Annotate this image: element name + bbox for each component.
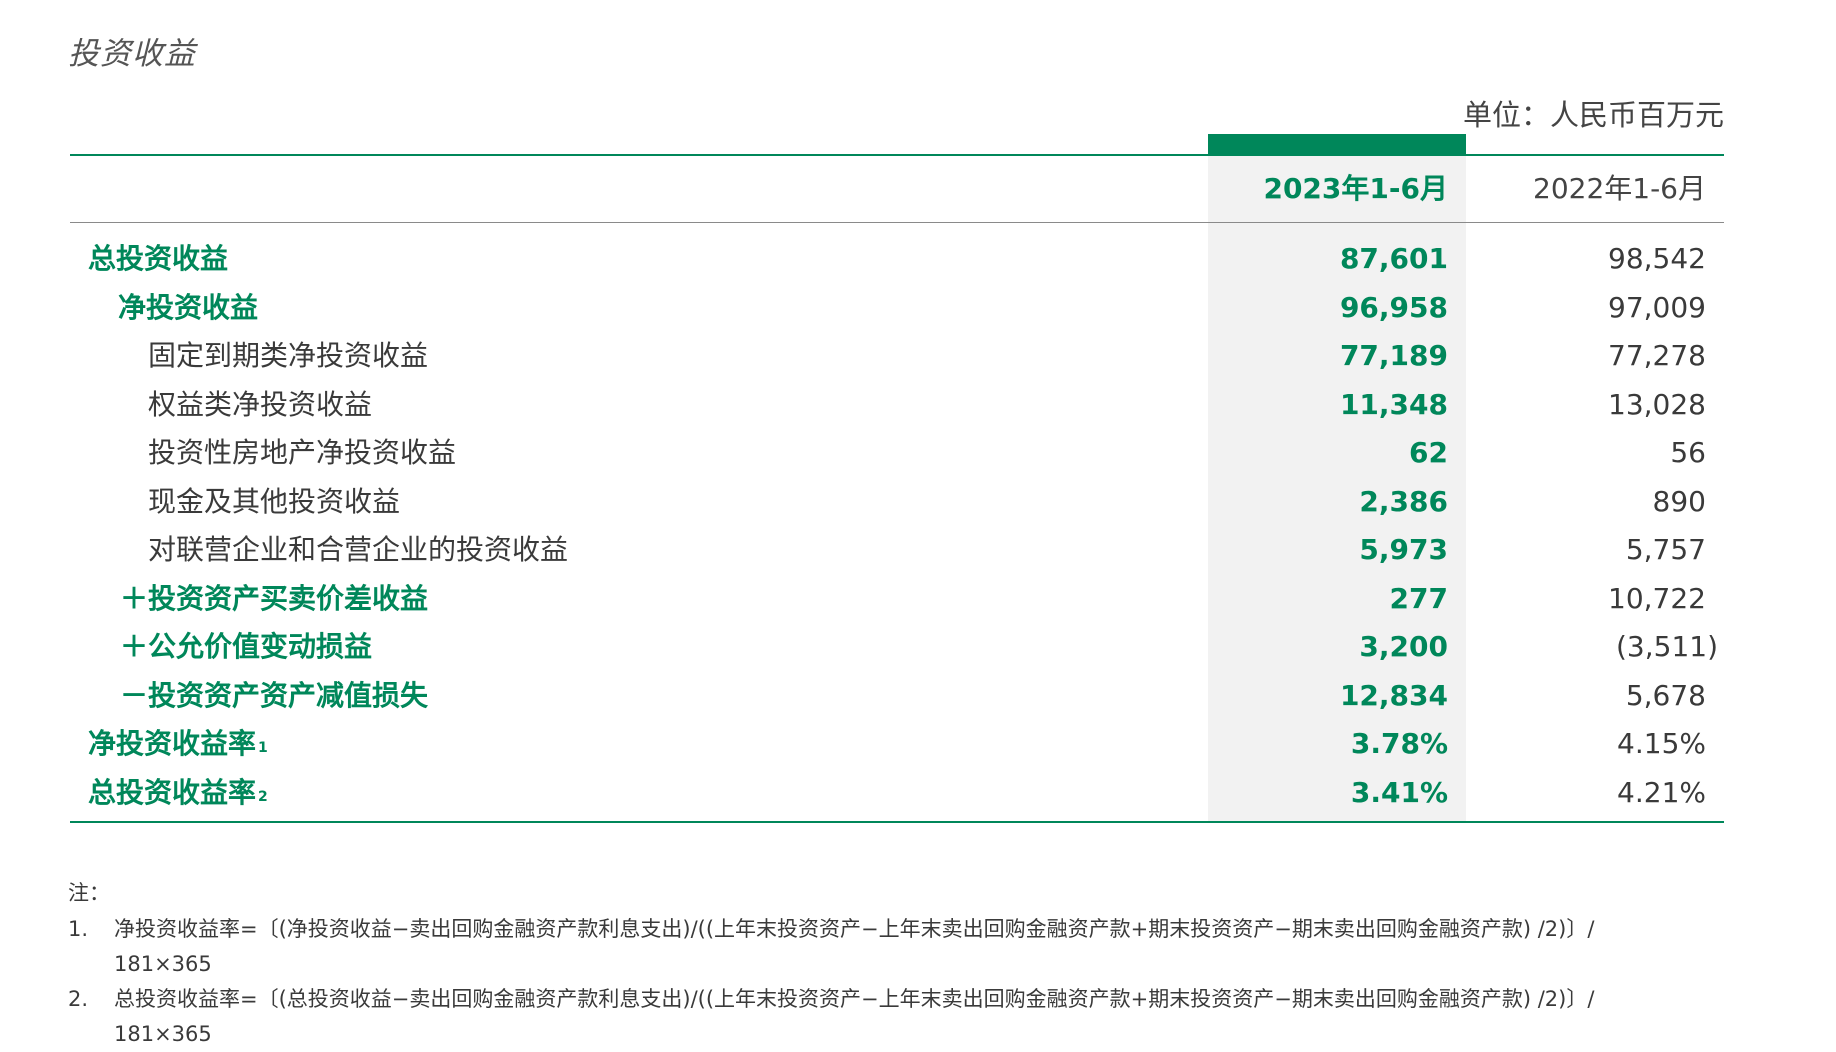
footnote-item: 2. 总投资收益率=〔(总投资收益−卖出回购金融资产款利息支出)/((上年末投资… xyxy=(68,982,1748,1052)
value-current: 277 xyxy=(1389,581,1448,615)
value-previous: 5,678 xyxy=(1625,678,1706,712)
value-current: 96,958 xyxy=(1339,290,1448,324)
footnote-line: 181×365 xyxy=(114,952,212,976)
footnotes: 注： 1. 净投资收益率=〔(净投资收益−卖出回购金融资产款利息支出)/((上年… xyxy=(68,876,1748,1052)
footnote-ref: 2 xyxy=(258,788,268,805)
value-previous: 890 xyxy=(1652,484,1706,518)
section-title: 投资收益 xyxy=(68,36,196,72)
row-label: 净投资收益率 1 xyxy=(88,722,268,766)
value-current: 3,200 xyxy=(1359,630,1448,663)
table-row: 权益类净投资收益 11,348 13,028 xyxy=(70,383,1724,432)
footnote-line: 181×365 xyxy=(114,1022,212,1046)
income-table: 总投资收益 87,601 98,542 净投资收益 96,958 97,009 … xyxy=(70,237,1724,819)
value-current: 12,834 xyxy=(1339,678,1448,712)
value-previous: 4.21% xyxy=(1617,775,1706,809)
value-previous: 13,028 xyxy=(1608,387,1706,421)
table-row: 净投资收益 96,958 97,009 xyxy=(70,286,1724,335)
value-previous: 10,722 xyxy=(1608,581,1706,615)
current-column-tab xyxy=(1208,134,1466,155)
value-current: 2,386 xyxy=(1359,484,1448,518)
table-row: 现金及其他投资收益 2,386 890 xyxy=(70,480,1724,529)
footnote-number: 1. xyxy=(68,917,89,941)
table-bottom-rule xyxy=(70,821,1724,823)
row-label: ＋公允价值变动损益 xyxy=(120,630,373,663)
row-label: 现金及其他投资收益 xyxy=(148,484,401,518)
row-label-text: 总投资收益率 xyxy=(88,775,257,809)
value-previous: 4.15% xyxy=(1617,727,1706,760)
row-label: 总投资收益率 2 xyxy=(88,771,268,815)
footnote-line: 总投资收益率=〔(总投资收益−卖出回购金融资产款利息支出)/((上年末投资资产−… xyxy=(114,987,1595,1011)
value-current: 62 xyxy=(1409,436,1448,469)
value-current: 11,348 xyxy=(1339,387,1448,421)
unit-label: 单位：人民币百万元 xyxy=(1462,98,1724,132)
value-current: 3.41% xyxy=(1350,775,1448,809)
value-current: 3.78% xyxy=(1350,727,1448,760)
table-row: 对联营企业和合营企业的投资收益 5,973 5,757 xyxy=(70,528,1724,577)
table-row: ＋投资资产买卖价差收益 277 10,722 xyxy=(70,577,1724,626)
footnote-item: 1. 净投资收益率=〔(净投资收益−卖出回购金融资产款利息支出)/((上年末投资… xyxy=(68,912,1748,982)
table-row: －投资资产资产减值损失 12,834 5,678 xyxy=(70,674,1724,723)
table-row: ＋公允价值变动损益 3,200 (3,511) xyxy=(70,625,1724,674)
row-label: 投资性房地产净投资收益 xyxy=(148,436,457,469)
table-row: 总投资收益率 2 3.41% 4.21% xyxy=(70,771,1724,820)
row-label: 总投资收益 xyxy=(88,242,229,275)
value-current: 5,973 xyxy=(1359,533,1448,566)
row-label-text: 净投资收益率 xyxy=(88,727,257,760)
table-row: 净投资收益率 1 3.78% 4.15% xyxy=(70,722,1724,771)
table-header-rule xyxy=(70,222,1724,223)
row-label: 固定到期类净投资收益 xyxy=(148,339,429,372)
value-previous: (3,511) xyxy=(1615,630,1718,663)
value-current: 87,601 xyxy=(1339,242,1448,275)
row-label: 净投资收益 xyxy=(118,290,259,324)
column-header-current: 2023年1-6月 xyxy=(1263,172,1448,205)
value-previous: 5,757 xyxy=(1625,533,1706,566)
row-label: 权益类净投资收益 xyxy=(148,387,373,421)
value-previous: 97,009 xyxy=(1608,290,1706,324)
value-previous: 56 xyxy=(1670,436,1706,469)
table-row: 固定到期类净投资收益 77,189 77,278 xyxy=(70,334,1724,383)
row-label: －投资资产资产减值损失 xyxy=(120,678,429,712)
value-previous: 77,278 xyxy=(1608,339,1706,372)
footnote-ref: 1 xyxy=(258,740,268,756)
row-label: ＋投资资产买卖价差收益 xyxy=(120,581,429,615)
footnote-line: 净投资收益率=〔(净投资收益−卖出回购金融资产款利息支出)/((上年末投资资产−… xyxy=(114,917,1595,941)
column-header-previous: 2022年1-6月 xyxy=(1533,172,1706,205)
value-current: 77,189 xyxy=(1339,339,1448,372)
value-previous: 98,542 xyxy=(1608,242,1706,275)
footnote-number: 2. xyxy=(68,987,89,1011)
table-row: 总投资收益 87,601 98,542 xyxy=(70,237,1724,286)
row-label: 对联营企业和合营企业的投资收益 xyxy=(148,533,569,566)
table-row: 投资性房地产净投资收益 62 56 xyxy=(70,431,1724,480)
notes-heading: 注： xyxy=(68,881,110,905)
